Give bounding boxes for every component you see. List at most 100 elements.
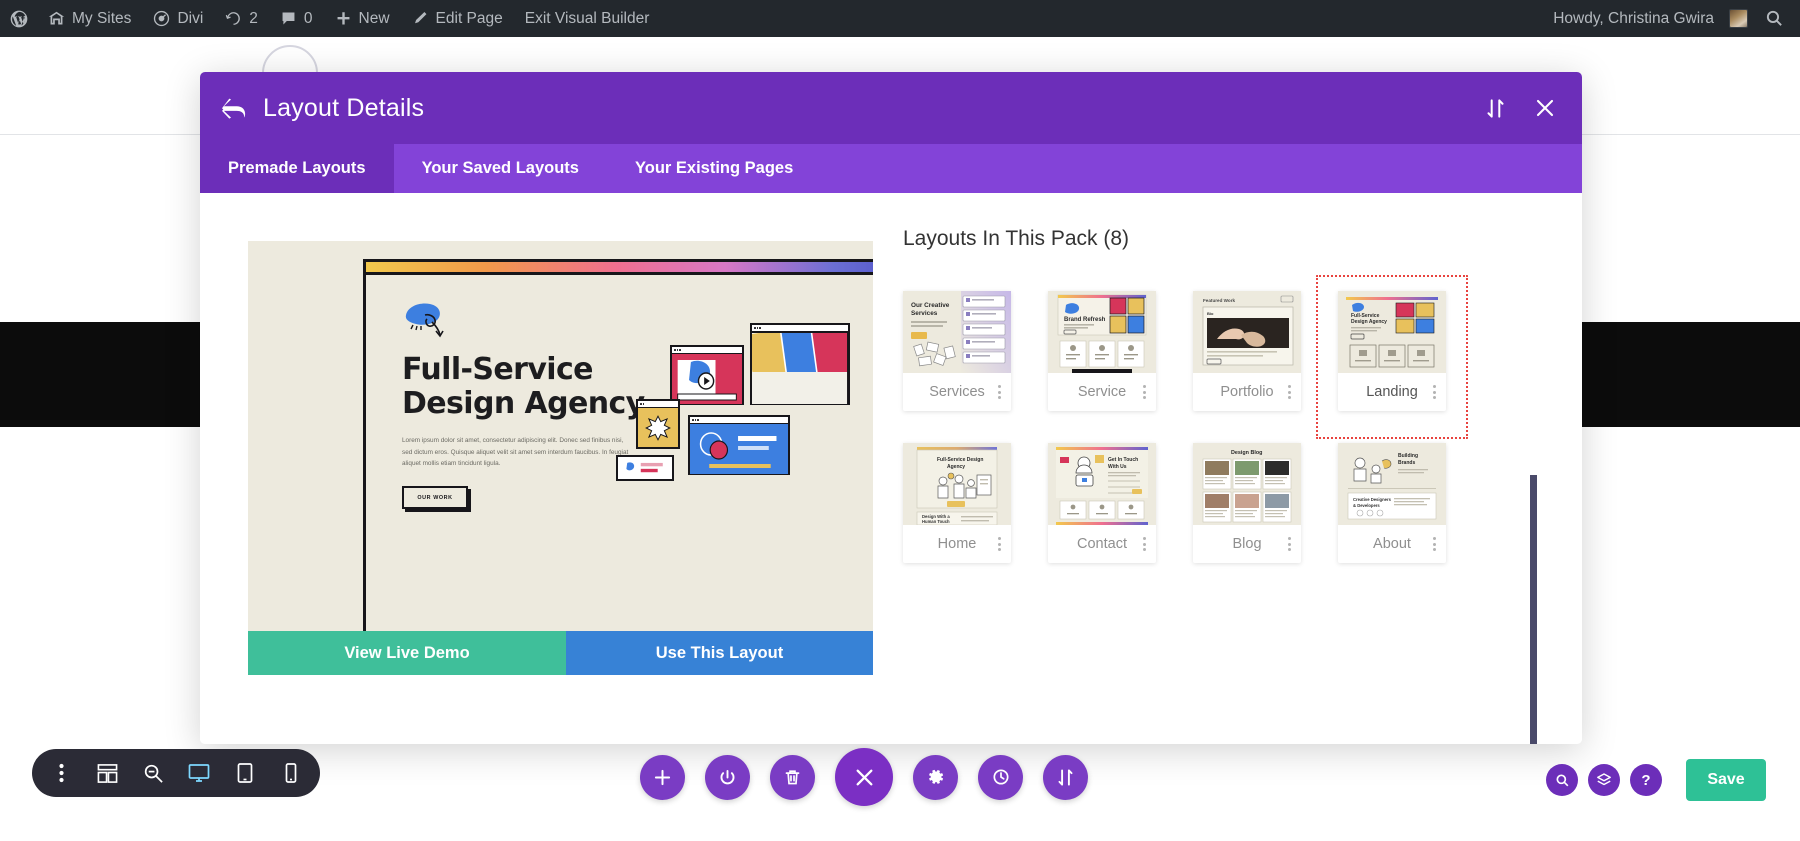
adminbar-item-exit-visual-builder[interactable]: Exit Visual Builder (514, 0, 661, 37)
kebab-menu-icon[interactable] (38, 749, 84, 797)
adminbar-search-button[interactable] (1754, 0, 1800, 37)
layout-card-about[interactable]: Building Brands Creative Designers (1338, 443, 1446, 563)
phone-icon[interactable] (268, 749, 314, 797)
close-icon[interactable] (1532, 95, 1558, 121)
svg-text:Agency: Agency (947, 464, 965, 470)
avatar (1729, 9, 1748, 28)
layout-card-portfolio[interactable]: Featured Work Bio Portfolio (1193, 291, 1301, 411)
adminbar-label: Divi (177, 10, 203, 28)
layout-options-menu-icon[interactable] (1143, 537, 1146, 551)
mockup-window (616, 455, 674, 481)
adminbar-account-menu[interactable]: Howdy, Christina Gwira (1542, 0, 1754, 37)
add-module-button[interactable] (640, 755, 685, 800)
adminbar-label: Exit Visual Builder (525, 10, 650, 28)
history-icon[interactable] (978, 755, 1023, 800)
layout-card-footer: Landing (1338, 373, 1446, 411)
svg-text:& Developers: & Developers (1353, 503, 1380, 508)
layout-card-landing[interactable]: Full-Service Design Agency (1338, 291, 1446, 411)
layout-card-service[interactable]: Brand Refresh (1048, 291, 1156, 411)
layout-preview-image: Full-Service Design Agency Lorem ipsum d… (248, 241, 873, 631)
svg-text:Full-Service Design: Full-Service Design (937, 457, 983, 463)
svg-text:Building: Building (1398, 453, 1418, 459)
wireframe-icon[interactable] (84, 749, 130, 797)
divi-icon (153, 10, 170, 27)
layout-pack-column: . Layouts In This Pack (8) Our Creative … (825, 193, 1582, 744)
adminbar-item-my-sites[interactable]: My Sites (37, 0, 142, 37)
plus-icon (335, 10, 352, 27)
desktop-icon[interactable] (176, 749, 222, 797)
preview-action-buttons: View Live Demo Use This Layout (248, 631, 873, 675)
adminbar-item-edit-page[interactable]: Edit Page (401, 0, 514, 37)
svg-text:Brands: Brands (1398, 460, 1415, 466)
layout-options-menu-icon[interactable] (1288, 537, 1291, 551)
sort-updown-icon[interactable] (1043, 755, 1088, 800)
layout-card-grid: Our Creative Services (903, 291, 1582, 563)
layout-options-menu-icon[interactable] (998, 385, 1001, 399)
layout-name: Home (938, 536, 977, 552)
layout-thumbnail: Our Creative Services (903, 291, 1011, 373)
search-icon[interactable] (1546, 764, 1578, 796)
zoom-out-icon[interactable] (130, 749, 176, 797)
tab-premade-layouts[interactable]: Premade Layouts (200, 144, 394, 193)
tab-your-saved-layouts[interactable]: Your Saved Layouts (394, 144, 607, 193)
sites-icon (48, 10, 65, 27)
layout-card-home[interactable]: Full-Service Design Agency (903, 443, 1011, 563)
adminbar-item-comments[interactable]: 0 (269, 0, 324, 37)
preview-gradient-bar (366, 262, 873, 275)
layout-name: Portfolio (1220, 384, 1273, 400)
page-title: Layout Details (263, 94, 424, 123)
view-live-demo-button[interactable]: View Live Demo (248, 631, 566, 675)
comments-count: 0 (304, 10, 313, 28)
adminbar-item-divi[interactable]: Divi (142, 0, 214, 37)
builder-right-toolbar: ? (1546, 764, 1662, 796)
layout-card-blog[interactable]: Design Blog (1193, 443, 1301, 563)
gear-icon[interactable] (913, 755, 958, 800)
layout-card-services[interactable]: Our Creative Services (903, 291, 1011, 411)
preview-cta-button: OUR WORK (402, 486, 468, 509)
sort-updown-icon[interactable] (1482, 95, 1508, 121)
save-button[interactable]: Save (1686, 759, 1766, 801)
layout-options-menu-icon[interactable] (1433, 385, 1436, 399)
layout-options-menu-icon[interactable] (998, 537, 1001, 551)
tablet-icon[interactable] (222, 749, 268, 797)
grid-scrollbar-thumb[interactable] (1530, 475, 1537, 744)
adminbar-right-group: Howdy, Christina Gwira (1542, 0, 1800, 37)
layout-thumbnail: Full-Service Design Agency (903, 443, 1011, 525)
preview-headline-line2: Design Agency (402, 386, 645, 421)
layout-thumbnail: Brand Refresh (1048, 291, 1156, 373)
adminbar-item-updates[interactable]: 2 (214, 0, 269, 37)
adminbar-item-new[interactable]: New (324, 0, 401, 37)
layers-icon[interactable] (1588, 764, 1620, 796)
adminbar-label: New (359, 10, 390, 28)
layout-card-contact[interactable]: Get In Touch With Us (1048, 443, 1156, 563)
comments-icon (280, 10, 297, 27)
updates-count: 2 (249, 10, 258, 28)
layout-options-menu-icon[interactable] (1433, 537, 1436, 551)
tab-label: Your Saved Layouts (422, 159, 579, 178)
layout-card-footer: Blog (1193, 525, 1301, 563)
preview-paragraph: Lorem ipsum dolor sit amet, consectetur … (402, 435, 634, 471)
blob-logo-icon (402, 301, 466, 341)
close-builder-menu-button[interactable] (835, 748, 893, 806)
layout-options-menu-icon[interactable] (1288, 385, 1291, 399)
layout-preview-column: Full-Service Design Agency Lorem ipsum d… (200, 193, 825, 744)
layout-card-footer: About (1338, 525, 1446, 563)
svg-text:Bio: Bio (1207, 311, 1214, 316)
wordpress-logo-button[interactable] (0, 0, 37, 37)
tab-your-existing-pages[interactable]: Your Existing Pages (607, 144, 821, 193)
builder-center-toolbar (640, 748, 1088, 806)
builder-left-toolbar (32, 749, 320, 797)
mockup-window (636, 399, 680, 449)
help-icon[interactable]: ? (1630, 764, 1662, 796)
layout-name: About (1373, 536, 1411, 552)
layout-thumbnail: Featured Work Bio (1193, 291, 1301, 373)
layout-name: Contact (1077, 536, 1127, 552)
svg-text:Human Touch: Human Touch (922, 519, 950, 524)
tab-label: Your Existing Pages (635, 159, 793, 178)
layout-options-menu-icon[interactable] (1143, 385, 1146, 399)
power-toggle-button[interactable] (705, 755, 750, 800)
mockup-window (670, 345, 744, 405)
back-arrow-icon[interactable] (222, 97, 247, 119)
layout-card-footer: Home (903, 525, 1011, 563)
trash-button[interactable] (770, 755, 815, 800)
